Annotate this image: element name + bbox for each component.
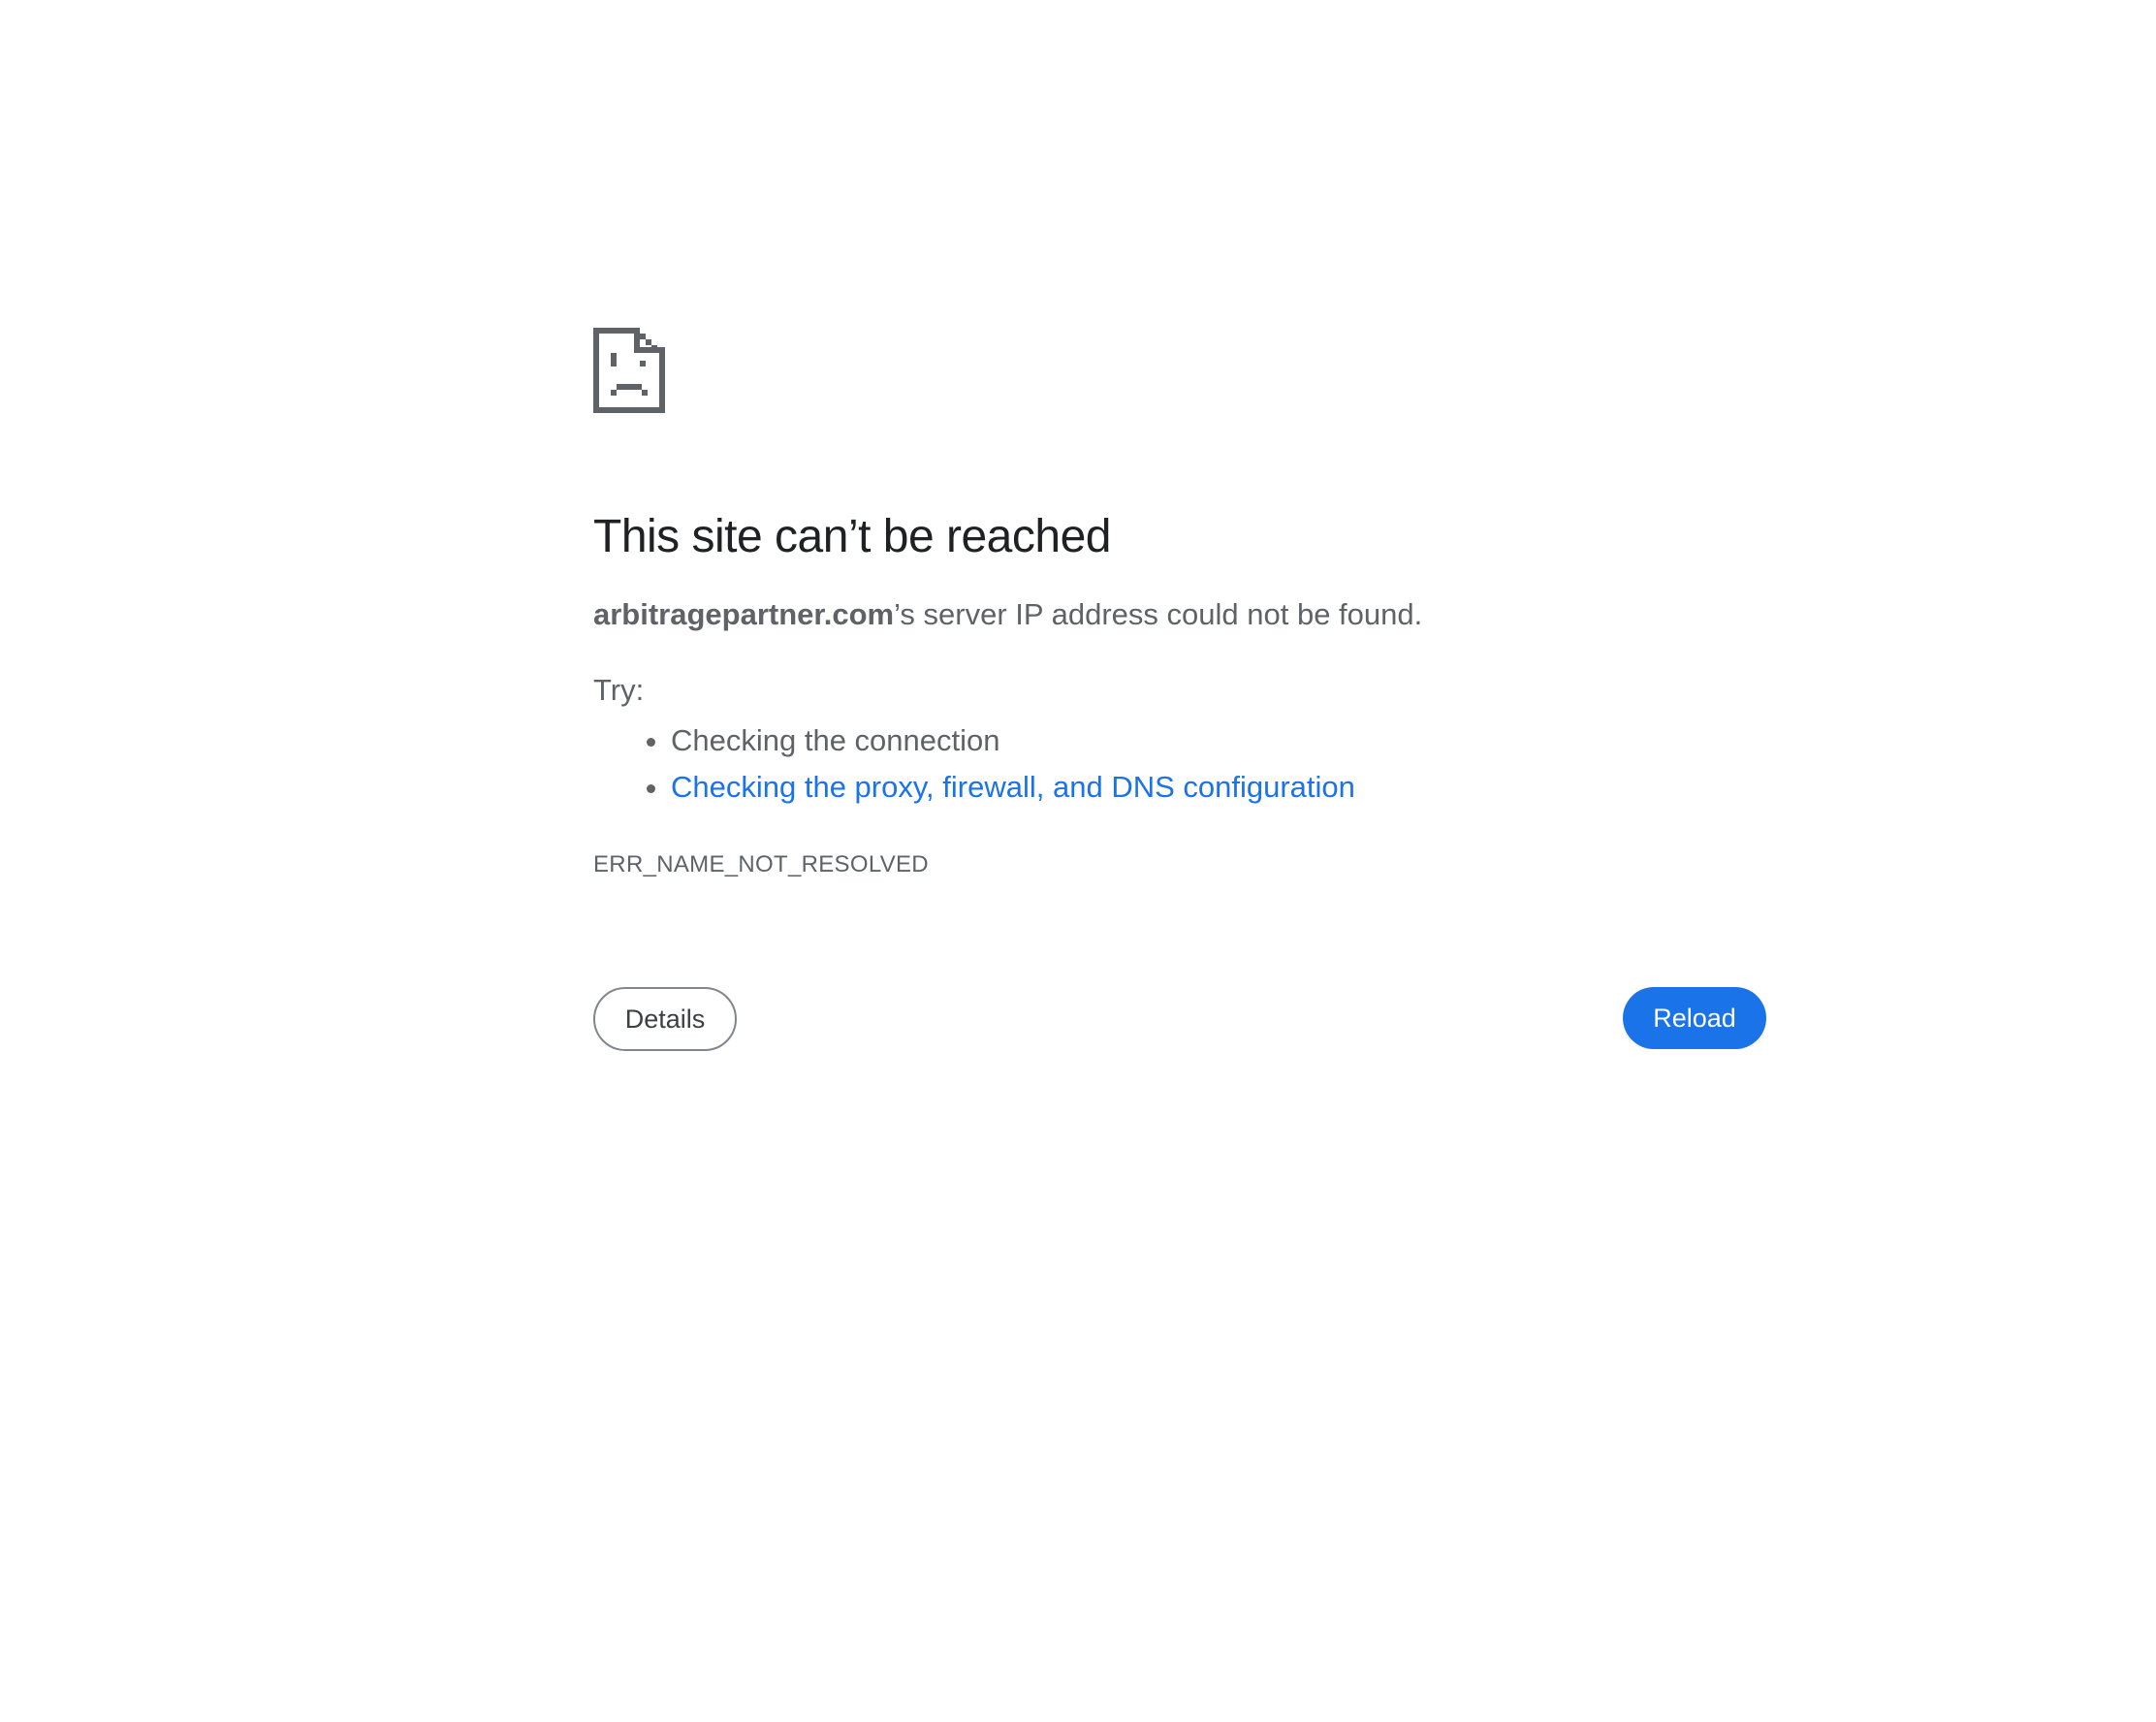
- details-button[interactable]: Details: [593, 987, 737, 1051]
- suggestions-list: Checking the connection Checking the pro…: [593, 718, 1355, 811]
- suggestion-item: Checking the proxy, firewall, and DNS co…: [671, 764, 1355, 811]
- hostname: arbitragepartner.com: [593, 597, 895, 631]
- error-summary: arbitragepartner.com’s server IP address…: [593, 595, 1422, 634]
- suggestion-check-connection: Checking the connection: [671, 723, 1000, 757]
- suggestion-proxy-firewall-dns-link[interactable]: Checking the proxy, firewall, and DNS co…: [671, 770, 1355, 804]
- error-content: This site can’t be reached arbitragepart…: [593, 328, 1768, 1051]
- try-label: Try:: [593, 673, 645, 707]
- sad-page-icon: [593, 328, 665, 413]
- reload-button[interactable]: Reload: [1623, 987, 1766, 1049]
- error-code: ERR_NAME_NOT_RESOLVED: [593, 851, 929, 877]
- error-summary-message: ’s server IP address could not be found.: [894, 597, 1423, 631]
- page-title: This site can’t be reached: [593, 511, 1111, 562]
- suggestion-item: Checking the connection: [671, 718, 1355, 764]
